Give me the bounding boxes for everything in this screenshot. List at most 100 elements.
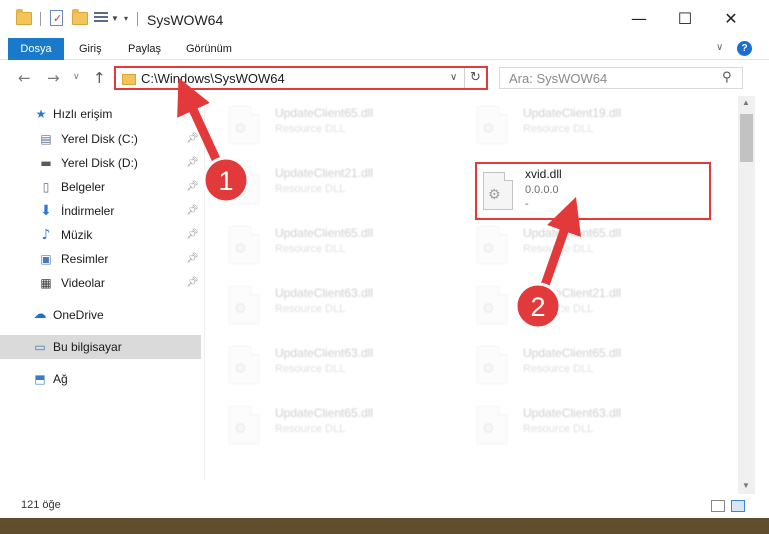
file-item[interactable]: ⚙ UpdateClient65.dll Resource DLL — [205, 96, 435, 152]
music-icon: ♪ — [41, 227, 51, 243]
new-folder-icon[interactable] — [72, 9, 88, 25]
file-name: xvid.dll — [525, 167, 562, 181]
pin-icon[interactable]: 📌︎ — [186, 223, 199, 247]
separator — [40, 12, 41, 26]
sidebar-item-music[interactable]: ♪ Müzik 📌︎ — [0, 223, 201, 247]
dll-file-icon: ⚙ — [229, 226, 259, 264]
dll-file-icon: ⚙ — [483, 172, 513, 210]
star-icon: ★ — [35, 107, 47, 121]
folder-icon — [122, 74, 136, 85]
file-item[interactable]: ⚙ UpdateClient63.dll Resource DLL — [205, 276, 435, 332]
help-icon[interactable]: ? — [737, 41, 752, 56]
videos-icon: ▦ — [40, 276, 52, 290]
file-name: UpdateClient19.dll — [523, 106, 622, 120]
sidebar-item-label: Hızlı erişim — [53, 107, 113, 121]
quick-access-dropdown-icon[interactable]: ▾ — [124, 14, 128, 23]
file-description: Resource DLL — [275, 243, 346, 255]
file-description: Resource DLL — [275, 303, 346, 315]
computer-icon: ▭ — [34, 340, 46, 354]
ribbon-expand-icon[interactable]: ∨ — [716, 42, 723, 53]
tab-file[interactable]: Dosya — [8, 38, 64, 60]
network-icon: ⬒ — [34, 372, 46, 386]
sidebar-item-this-pc[interactable]: ▭ Bu bilgisayar — [0, 335, 201, 359]
pin-icon[interactable]: 📌︎ — [186, 175, 199, 199]
sidebar-item-label: İndirmeler — [61, 204, 115, 218]
drive-icon: ▤ — [40, 132, 52, 146]
file-item[interactable]: ⚙ UpdateClient21.dll Resource DLL — [205, 156, 435, 212]
sidebar-item-onedrive[interactable]: ☁ OneDrive — [0, 303, 201, 327]
dll-file-icon: ⚙ — [477, 226, 507, 264]
tab-home[interactable]: Giriş — [79, 38, 102, 60]
sidebar-item-label: Ağ — [53, 372, 68, 386]
folder-icon[interactable] — [16, 9, 32, 25]
file-item[interactable]: ⚙ UpdateClient65.dll Resource DLL — [453, 216, 683, 272]
tab-share[interactable]: Paylaş — [128, 38, 161, 60]
search-input[interactable]: Ara: SysWOW64 ⚲ — [499, 67, 743, 89]
scroll-down-icon[interactable]: ▼ — [742, 481, 750, 490]
file-item[interactable]: ⚙ UpdateClient65.dll Resource DLL — [453, 336, 683, 392]
address-bar[interactable]: C:\Windows\SysWOW64 ∨ ↻ — [114, 66, 488, 90]
back-arrow-icon[interactable]: ← — [18, 69, 31, 87]
sidebar-item-documents[interactable]: ▯ Belgeler 📌︎ — [0, 175, 201, 199]
chevron-down-icon[interactable]: ▼ — [111, 14, 119, 23]
sidebar-item-videos[interactable]: ▦ Videolar 📌︎ — [0, 271, 201, 295]
title-bar: ✓ ▼ ▾ SysWOW64 — ☐ ✕ — [0, 0, 769, 38]
sidebar-item-downloads[interactable]: ⬇ İndirmeler 📌︎ — [0, 199, 201, 223]
vertical-scrollbar[interactable]: ▲ ▼ — [738, 96, 755, 494]
close-button[interactable]: ✕ — [708, 0, 754, 38]
dll-file-icon: ⚙ — [477, 346, 507, 384]
properties-icon[interactable]: ✓ — [50, 10, 63, 26]
address-dropdown-icon[interactable]: ∨ — [450, 72, 457, 83]
scroll-thumb[interactable] — [740, 114, 753, 162]
forward-arrow-icon[interactable]: → — [47, 69, 60, 87]
file-name: UpdateClient65.dll — [275, 106, 374, 120]
file-item[interactable]: ⚙ UpdateClient63.dll Resource DLL — [205, 336, 435, 392]
details-view-icon[interactable] — [711, 500, 725, 512]
sidebar-item-label: Belgeler — [61, 180, 106, 194]
recent-locations-icon[interactable]: ∨ — [73, 72, 80, 82]
download-icon: ⬇ — [40, 203, 52, 219]
pin-icon[interactable]: 📌︎ — [186, 247, 199, 271]
maximize-button[interactable]: ☐ — [662, 0, 708, 38]
file-item[interactable]: ⚙ UpdateClient63.dll Resource DLL — [453, 396, 683, 452]
minimize-button[interactable]: — — [616, 0, 662, 38]
file-description: Resource DLL — [523, 363, 594, 375]
sidebar-item-network[interactable]: ⬒ Ağ — [0, 367, 201, 391]
search-icon[interactable]: ⚲ — [722, 70, 732, 85]
navigation-pane: ★ Hızlı erişim ▤ Yerel Disk (C:) 📌︎ ▬ Ye… — [0, 96, 204, 494]
file-description: Resource DLL — [275, 423, 346, 435]
sidebar-item-label: Yerel Disk (C:) — [61, 132, 138, 146]
address-text[interactable]: C:\Windows\SysWOW64 — [141, 71, 285, 86]
file-item-xvid[interactable]: ⚙ xvid.dll 0.0.0.0 - — [475, 162, 711, 220]
sidebar-item-drive-d[interactable]: ▬ Yerel Disk (D:) 📌︎ — [0, 151, 201, 175]
file-description: Resource DLL — [275, 123, 346, 135]
file-name: UpdateClient21.dll — [275, 166, 374, 180]
file-item[interactable]: ⚙ UpdateClient19.dll Resource DLL — [453, 96, 683, 152]
sidebar-item-drive-c[interactable]: ▤ Yerel Disk (C:) 📌︎ — [0, 127, 201, 151]
sidebar-item-pictures[interactable]: ▣ Resimler 📌︎ — [0, 247, 201, 271]
file-name: UpdateClient63.dll — [275, 286, 374, 300]
documents-icon: ▯ — [42, 180, 50, 194]
file-description: Resource DLL — [523, 123, 594, 135]
sidebar-item-quick-access[interactable]: ★ Hızlı erişim — [0, 102, 201, 126]
tab-view[interactable]: Görünüm — [186, 38, 232, 60]
refresh-icon[interactable]: ↻ — [464, 68, 486, 88]
file-item[interactable]: ⚙ UpdateClient65.dll Resource DLL — [205, 396, 435, 452]
customize-icon[interactable] — [94, 12, 108, 24]
file-item[interactable]: ⚙ UpdateClient65.dll Resource DLL — [205, 216, 435, 272]
explorer-window: ✓ ▼ ▾ SysWOW64 — ☐ ✕ Dosya Giriş Paylaş … — [0, 0, 769, 518]
scroll-up-icon[interactable]: ▲ — [742, 98, 750, 107]
sidebar-item-label: Videolar — [61, 276, 105, 290]
pin-icon[interactable]: 📌︎ — [186, 271, 199, 295]
pin-icon[interactable]: 📌︎ — [186, 151, 199, 175]
file-name: UpdateClient65.dll — [275, 226, 374, 240]
up-arrow-icon[interactable]: ↑ — [93, 69, 106, 87]
pin-icon[interactable]: 📌︎ — [186, 127, 199, 151]
pin-icon[interactable]: 📌︎ — [186, 199, 199, 223]
file-item[interactable]: ⚙ UpdateClient21.dll Resource DLL — [453, 276, 683, 332]
file-name: UpdateClient65.dll — [523, 226, 622, 240]
navigation-bar: ← → ∨ ↑ C:\Windows\SysWOW64 ∨ ↻ Ara: Sys… — [0, 60, 769, 96]
large-icons-view-icon[interactable] — [731, 500, 745, 512]
search-placeholder: Ara: SysWOW64 — [509, 71, 608, 86]
dll-file-icon: ⚙ — [477, 286, 507, 324]
